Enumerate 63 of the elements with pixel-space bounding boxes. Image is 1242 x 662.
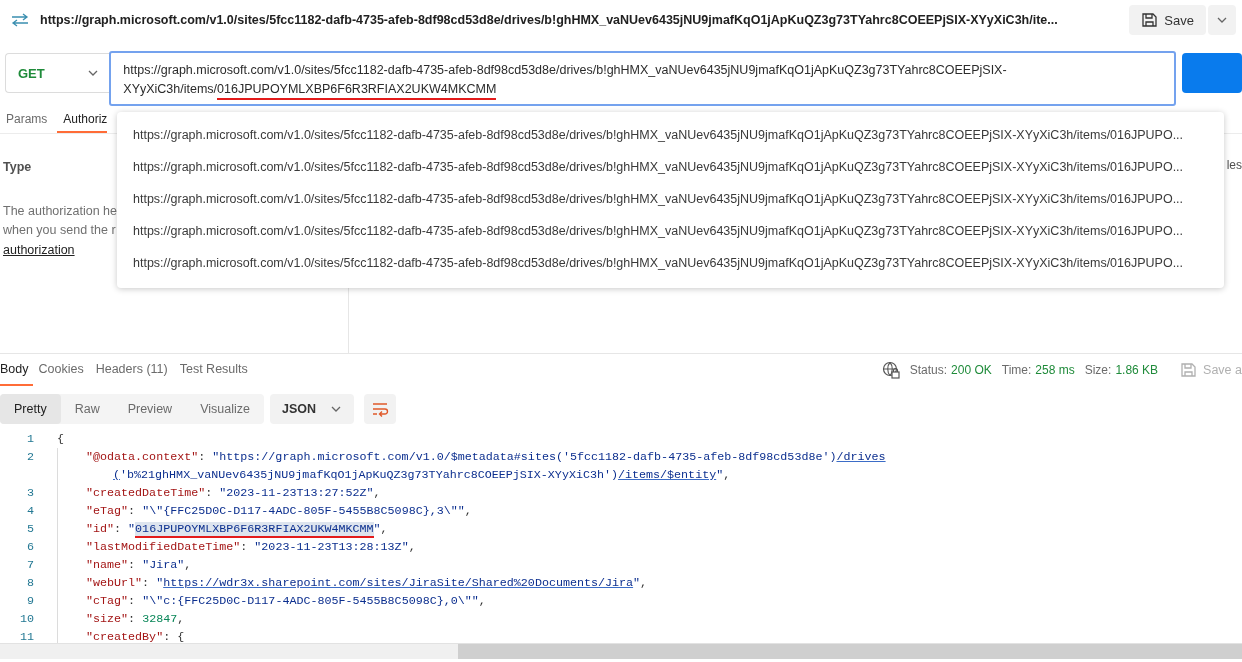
send-button[interactable] bbox=[1182, 53, 1242, 93]
save-button[interactable]: Save bbox=[1129, 5, 1206, 35]
line-number: 10 bbox=[18, 611, 34, 628]
status-label: Size: bbox=[1084, 363, 1112, 377]
line-number: 9 bbox=[26, 593, 34, 610]
save-options-button[interactable] bbox=[1208, 5, 1236, 35]
response-tab[interactable]: Headers (11) bbox=[93, 354, 174, 386]
wrap-icon bbox=[371, 400, 389, 418]
view-mode-tab[interactable]: Visualize bbox=[186, 394, 264, 424]
suggestion-item[interactable]: https://graph.microsoft.com/v1.0/sites/5fcc1182-dafb-4735-afeb-8df98cd53d8e/drives/b!ghHMX_vaNUev6435jNU9jmafKqO1jApKuQZ3g73TYahrc8COEEPjSIX-XYyXiC3h/items/016JPUPO... bbox=[117, 247, 1224, 279]
save-icon bbox=[1141, 12, 1159, 28]
response-tab[interactable]: Cookies bbox=[36, 354, 90, 386]
suggestion-item[interactable]: https://graph.microsoft.com/v1.0/sites/5fcc1182-dafb-4735-afeb-8df98cd53d8e/drives/b!ghHMX_vaNUev6435jNU9jmafKqO1jApKuQZ3g73TYahrc8COEEPjSIX-XYyXiC3h/items/016JPUPO... bbox=[117, 215, 1224, 247]
globe-lock-icon bbox=[881, 361, 900, 379]
line-number: 4 bbox=[26, 503, 34, 520]
scrollbar-thumb[interactable] bbox=[458, 644, 1242, 659]
code-line: "size": 32847, bbox=[86, 611, 185, 628]
code-line: "@odata.context": "https://graph.microsoft.com/v1.0/$metadata#sites('5fcc1182-dafb-4735-afeb-8df98cd53d8e')/drives bbox=[86, 449, 886, 466]
description-line: The authorization he bbox=[3, 203, 117, 220]
code-line: "id": "016JPUPOYMLXBP6F6R3RFIAX2UKW4MKCMM", bbox=[86, 521, 388, 538]
view-mode-tab[interactable]: Pretty bbox=[0, 394, 61, 424]
horizontal-scrollbar[interactable] bbox=[0, 643, 1242, 659]
status-value: 200 OK bbox=[951, 363, 992, 377]
suggestion-item[interactable]: https://graph.microsoft.com/v1.0/sites/5fcc1182-dafb-4735-afeb-8df98cd53d8e/drives/b!ghHMX_vaNUev6435jNU9jmafKqO1jApKuQZ3g73TYahrc8COEEPjSIX-XYyXiC3h/items/016JPUPO... bbox=[117, 151, 1224, 183]
url-field[interactable]: https://graph.microsoft.com/v1.0/sites/5fcc1182-dafb-4735-afeb-8df98cd53d8e/drives/b!ghHMX_vaNUev6435jNU9jmafKqO1jApKuQZ3g73TYahrc8COEEPjSIX- XYyXiC3h/items/016JPUPOYMLXBP6F6R3RFIAX2UKW4MKCMM bbox=[109, 51, 1176, 106]
suggestion-item[interactable]: https://graph.microsoft.com/v1.0/sites/5fcc1182-dafb-4735-afeb-8df98cd53d8e/drives/b!ghHMX_vaNUev6435jNU9jmafKqO1jApKuQZ3g73TYahrc8COEEPjSIX-XYyXiC3h/items/016JPUPO... bbox=[117, 119, 1224, 151]
line-number: 2 bbox=[26, 449, 34, 466]
view-mode-tab[interactable]: Preview bbox=[113, 394, 187, 424]
code-line: "createdBy": { bbox=[86, 629, 185, 643]
line-number: 1 bbox=[26, 431, 34, 448]
request-tab[interactable]: Params bbox=[0, 107, 54, 133]
line-number: 11 bbox=[18, 629, 34, 643]
description-line: when you send the r bbox=[3, 222, 116, 239]
code-line: "name": "Jira", bbox=[86, 557, 192, 574]
view-mode-tab[interactable]: Raw bbox=[60, 394, 114, 424]
suggestion-item[interactable]: https://graph.microsoft.com/v1.0/sites/5fcc1182-dafb-4735-afeb-8df98cd53d8e/drives/b!ghHMX_vaNUev6435jNU9jmafKqO1jApKuQZ3g73TYahrc8COEEPjSIX-XYyXiC3h/items/016JPUPO... bbox=[117, 183, 1224, 215]
request-title: https://graph.microsoft.com/v1.0/sites/5fcc1182-dafb-4735-afeb-8df98cd53d8e/drives/b!ghHMX_vaNUev6435jNU9jmafKqO1jApKuQZ3g73TYahrc8COEEPjSIX-XYyXiC3h/ite... bbox=[40, 13, 1058, 27]
request-tab[interactable]: Authoriz bbox=[57, 107, 108, 133]
code-line: "createdDateTime": "2023-11-23T13:27:52Z", bbox=[86, 485, 381, 502]
status-label: Status: bbox=[909, 363, 948, 377]
save-icon bbox=[1180, 362, 1198, 378]
status-value: 258 ms bbox=[1035, 363, 1075, 377]
code-line: "webUrl": "https://wdr3x.sharepoint.com/sites/JiraSite/Shared%20Documents/Jira", bbox=[86, 575, 648, 592]
wrap-lines-button[interactable] bbox=[364, 394, 396, 424]
authorization-link[interactable]: authorization bbox=[3, 243, 75, 257]
line-number: 3 bbox=[26, 485, 34, 502]
code-line: "cTag": "\"c:{FFC25D0C-D117-4ADC-805F-5455B8C5098C},0\"", bbox=[86, 593, 486, 610]
line-number: 6 bbox=[26, 539, 34, 556]
response-tab[interactable]: Test Results bbox=[177, 354, 254, 386]
line-number: 5 bbox=[26, 521, 34, 538]
code-line: "eTag": "\"{FFC25D0C-D117-4ADC-805F-5455B8C5098C},3\"", bbox=[86, 503, 472, 520]
panel-label: les bbox=[1226, 158, 1242, 174]
code-line: "lastModifiedDateTime": "2023-11-23T13:28:13Z", bbox=[86, 539, 416, 556]
status-label: Time: bbox=[1001, 363, 1032, 377]
status-value: 1.86 KB bbox=[1115, 363, 1159, 377]
line-number: 7 bbox=[26, 557, 34, 574]
code-line: { bbox=[57, 431, 64, 448]
method-select[interactable]: GET bbox=[5, 53, 110, 93]
code-line: ('b%21ghHMX_vaNUev6435jNU9jmafKqO1jApKuQZ3g73TYahrc8COEEPjSIX-XYyXiC3h')/items/$entity", bbox=[113, 467, 731, 484]
line-number: 8 bbox=[26, 575, 34, 592]
format-select[interactable]: JSON bbox=[269, 394, 354, 424]
response-tab[interactable]: Body bbox=[0, 354, 33, 386]
transfer-icon bbox=[10, 12, 30, 28]
